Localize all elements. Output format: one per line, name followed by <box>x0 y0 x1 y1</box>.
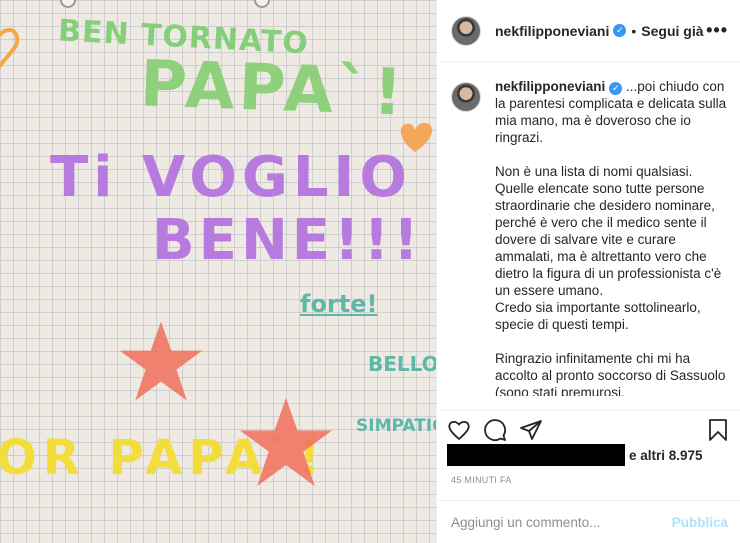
drawing-text-simpatico: SIMPATICO <box>356 416 436 436</box>
caption-paragraph: Non è una lista di nomi qualsiasi. Quell… <box>495 164 722 332</box>
following-button[interactable]: Segui già <box>641 23 703 39</box>
avatar[interactable] <box>451 15 481 46</box>
drawing-text-tivoglio: Ti VOGLIO <box>50 145 412 210</box>
likes-count[interactable]: e altri 8.975 <box>629 448 703 463</box>
avatar[interactable] <box>451 82 481 112</box>
drawn-heart-icon <box>0 28 20 69</box>
caption-username[interactable]: nekfilipponeviani <box>495 79 605 94</box>
caption-paragraph: Ringrazio infinitamente chi mi ha accolt… <box>495 351 726 396</box>
post-sidebar: nekfilipponeviani ✓ • Segui già ••• nekf… <box>436 0 740 543</box>
drawn-star-icon <box>239 397 333 487</box>
likes-summary: e altri 8.975 <box>447 444 703 466</box>
publish-button[interactable]: Pubblica <box>672 515 728 530</box>
post-timestamp[interactable]: 45 MINUTI FA <box>451 475 512 485</box>
verified-badge-icon: ✓ <box>609 82 623 95</box>
header-username[interactable]: nekfilipponeviani <box>495 23 609 39</box>
verified-badge-icon: ✓ <box>613 24 627 37</box>
drawing-text-papa: PAPA`! <box>138 47 408 131</box>
post-photo[interactable]: BEN TORNATO PAPA`! Ti VOGLIO BENE!!! for… <box>0 0 436 543</box>
drawing-text-bello: BELLO <box>368 352 436 376</box>
redacted-liker-names <box>447 444 625 466</box>
post-header: nekfilipponeviani ✓ • Segui già ••• <box>437 0 740 62</box>
post-actions <box>437 410 740 442</box>
drawing-text-bene: BENE!!! <box>152 208 423 273</box>
comment-input[interactable] <box>451 514 672 530</box>
binder-ring <box>254 0 270 8</box>
drawn-star-icon <box>119 321 203 401</box>
drawing-text-forte: forte! <box>300 290 378 318</box>
heart-icon[interactable] <box>447 418 471 442</box>
binder-ring <box>60 0 76 8</box>
comment-icon[interactable] <box>483 418 507 442</box>
more-options-icon[interactable]: ••• <box>706 20 728 41</box>
share-icon[interactable] <box>519 418 543 442</box>
separator-dot: • <box>631 22 637 39</box>
bookmark-icon[interactable] <box>706 418 730 442</box>
comment-bar: Pubblica <box>437 500 740 543</box>
post-caption: nekfilipponeviani ✓ ...poi chiudo con la … <box>451 78 732 396</box>
